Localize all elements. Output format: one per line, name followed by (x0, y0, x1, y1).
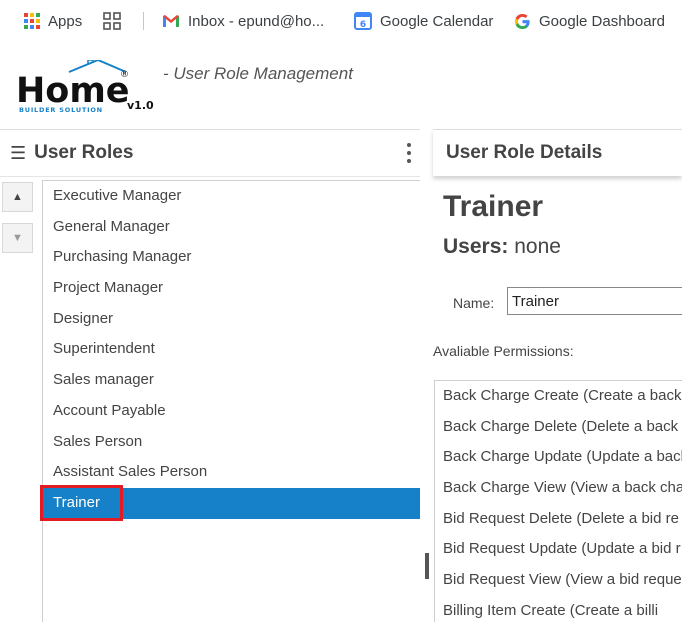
gmail-icon (162, 14, 180, 28)
selection-highlight-box (40, 484, 123, 521)
role-list-item[interactable]: Superintendent (43, 334, 420, 365)
permission-item[interactable]: Back Charge View (View a back char (435, 473, 682, 504)
user-roles-panel: ☰ User Roles ▲ ▼ Executive Manager Gener… (0, 129, 420, 622)
role-list-item[interactable]: Project Manager (43, 273, 420, 304)
permission-item[interactable]: Back Charge Create (Create a back c (435, 381, 682, 412)
bookmark-gmail[interactable]: Inbox - epund@ho... (162, 0, 324, 42)
role-list-item[interactable]: Sales manager (43, 365, 420, 396)
apps-grid-icon (24, 13, 40, 29)
bookmark-tab-groups[interactable] (103, 0, 129, 42)
panel-resize-handle[interactable] (425, 553, 429, 579)
kebab-menu-icon[interactable] (406, 143, 412, 163)
logo-registered: ® (120, 70, 129, 80)
logo-version: v1.0 (127, 99, 154, 112)
user-roles-title: User Roles (34, 142, 134, 163)
role-list-item[interactable]: Sales Person (43, 427, 420, 458)
permission-item[interactable]: Billing Item Create (Create a billi (435, 596, 682, 622)
users-label: Users: (443, 235, 509, 258)
bookmark-google-dashboard[interactable]: Google Dashboard (514, 0, 665, 42)
permissions-label: Avaliable Permissions: (433, 343, 574, 359)
bookmark-google-calendar[interactable]: 6 Google Calendar (354, 0, 493, 42)
role-name-heading: Trainer (443, 190, 544, 223)
move-up-button[interactable]: ▲ (2, 182, 33, 212)
logo-main-text: Home (16, 71, 130, 111)
bookmark-separator (143, 12, 144, 30)
role-list-item[interactable]: Assistant Sales Person (43, 457, 420, 488)
page-subtitle: - User Role Management (163, 64, 353, 83)
user-roles-header: ☰ User Roles (0, 130, 420, 177)
tab-groups-icon (103, 12, 121, 30)
permission-item[interactable]: Back Charge Update (Update a back (435, 442, 682, 473)
bookmarks-bar: Apps Inbox - epund@ho... 6 Google Calend… (0, 0, 682, 42)
role-list-item[interactable]: Purchasing Manager (43, 242, 420, 273)
users-summary: Users: none (443, 235, 561, 259)
permission-item[interactable]: Back Charge Delete (Delete a back s (435, 412, 682, 443)
triangle-down-icon: ▼ (12, 232, 23, 244)
bookmark-label: Apps (48, 12, 83, 30)
user-role-details-header: User Role Details (433, 129, 682, 176)
permissions-list: Back Charge Create (Create a back c Back… (434, 380, 682, 622)
triangle-up-icon: ▲ (12, 191, 23, 203)
google-calendar-icon: 6 (354, 12, 372, 30)
users-value: none (514, 235, 561, 258)
permission-item[interactable]: Bid Request View (View a bid reque (435, 565, 682, 596)
google-g-icon (514, 13, 531, 30)
user-roles-list: Executive Manager General Manager Purcha… (40, 180, 420, 622)
role-list-item[interactable]: Account Payable (43, 396, 420, 427)
bookmark-apps[interactable]: Apps (24, 0, 82, 42)
permission-item[interactable]: Bid Request Update (Update a bid r (435, 534, 682, 565)
name-field-label: Name: (453, 295, 495, 311)
user-role-details-title: User Role Details (446, 142, 603, 163)
role-name-input[interactable] (507, 287, 682, 315)
home-builder-logo[interactable]: Home ® BUILDER SOLUTION v1.0 (14, 58, 159, 115)
permission-item[interactable]: Bid Request Delete (Delete a bid re (435, 504, 682, 535)
role-list-item[interactable]: Designer (43, 304, 420, 335)
bookmark-label: Google Dashboard (539, 12, 665, 30)
role-list-item-selected[interactable]: Trainer (40, 484, 420, 521)
move-down-button[interactable]: ▼ (2, 223, 33, 253)
svg-text:6: 6 (360, 20, 366, 30)
hamburger-icon[interactable]: ☰ (10, 143, 26, 164)
bookmark-label: Inbox - epund@ho... (188, 12, 325, 30)
role-list-item[interactable]: General Manager (43, 212, 420, 243)
role-list-item[interactable]: Executive Manager (43, 181, 420, 212)
logo-subtext: BUILDER SOLUTION (19, 106, 103, 114)
bookmark-label: Google Calendar (380, 12, 494, 30)
user-role-details-panel: User Role Details Trainer Users: none Na… (433, 129, 682, 622)
